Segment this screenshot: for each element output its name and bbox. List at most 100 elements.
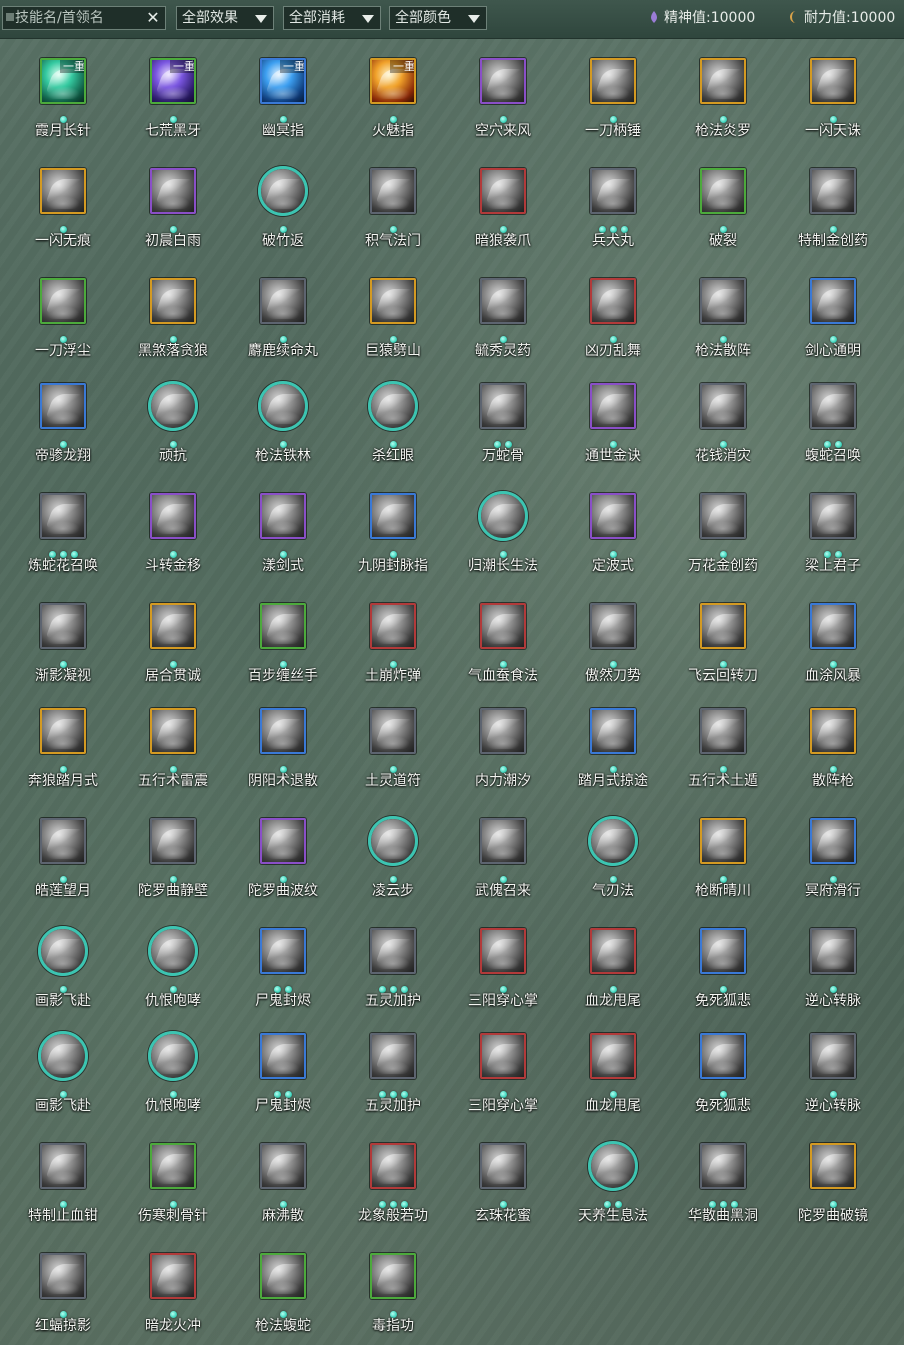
skill-icon[interactable] bbox=[150, 603, 196, 649]
skill-icon[interactable] bbox=[260, 928, 306, 974]
skill-slot[interactable]: 皓莲望月 bbox=[8, 818, 118, 908]
skill-slot[interactable]: 梁上君子 bbox=[778, 493, 888, 583]
skill-icon[interactable] bbox=[810, 603, 856, 649]
skill-slot[interactable]: 红蝠掠影 bbox=[8, 1253, 118, 1343]
skill-icon[interactable] bbox=[700, 928, 746, 974]
skill-slot[interactable]: 踏月式掠途 bbox=[558, 708, 668, 798]
skill-icon[interactable] bbox=[590, 168, 636, 214]
skill-slot[interactable]: 兵犬丸 bbox=[558, 168, 668, 258]
skill-slot[interactable]: 凌云步 bbox=[338, 816, 448, 908]
close-icon[interactable]: ✕ bbox=[144, 8, 162, 28]
skill-slot[interactable]: 武傀召来 bbox=[448, 818, 558, 908]
skill-icon[interactable] bbox=[588, 1141, 638, 1191]
skill-slot[interactable]: 尸鬼封烬 bbox=[228, 1033, 338, 1123]
skill-icon[interactable] bbox=[38, 1031, 88, 1081]
skill-icon[interactable]: 一重 bbox=[370, 58, 416, 104]
skill-icon[interactable] bbox=[260, 708, 306, 754]
skill-slot[interactable]: 一重 幽冥指 bbox=[228, 58, 338, 148]
skill-slot[interactable]: 破竹返 bbox=[228, 166, 338, 258]
skill-icon[interactable] bbox=[700, 168, 746, 214]
skill-icon[interactable] bbox=[260, 278, 306, 324]
skill-slot[interactable]: 枪断晴川 bbox=[668, 818, 778, 908]
skill-icon[interactable] bbox=[810, 818, 856, 864]
skill-slot[interactable]: 土崩炸弹 bbox=[338, 603, 448, 693]
skill-slot[interactable]: 百步缠丝手 bbox=[228, 603, 338, 693]
skill-icon[interactable] bbox=[260, 493, 306, 539]
skill-slot[interactable]: 暗狼袭爪 bbox=[448, 168, 558, 258]
effect-filter-dropdown[interactable]: 全部效果 bbox=[176, 6, 274, 30]
skill-icon[interactable] bbox=[480, 928, 526, 974]
skill-icon[interactable] bbox=[590, 928, 636, 974]
skill-slot[interactable]: 积气法门 bbox=[338, 168, 448, 258]
skill-slot[interactable]: 飞云回转刀 bbox=[668, 603, 778, 693]
skill-slot[interactable]: 逆心转脉 bbox=[778, 1033, 888, 1123]
skill-slot[interactable]: 仇恨咆哮 bbox=[118, 926, 228, 1018]
skill-icon[interactable] bbox=[810, 928, 856, 974]
skill-icon[interactable] bbox=[150, 1253, 196, 1299]
skill-icon[interactable] bbox=[370, 168, 416, 214]
skill-icon[interactable] bbox=[258, 381, 308, 431]
skill-icon[interactable] bbox=[370, 603, 416, 649]
skill-icon[interactable] bbox=[148, 1031, 198, 1081]
skill-icon[interactable] bbox=[370, 493, 416, 539]
skill-icon[interactable] bbox=[480, 278, 526, 324]
skill-slot[interactable]: 空穴来风 bbox=[448, 58, 558, 148]
skill-icon[interactable] bbox=[150, 493, 196, 539]
skill-icon[interactable] bbox=[370, 1253, 416, 1299]
skill-icon[interactable] bbox=[368, 381, 418, 431]
skill-slot[interactable]: 花钱消灾 bbox=[668, 383, 778, 473]
skill-slot[interactable]: 漾剑式 bbox=[228, 493, 338, 583]
skill-icon[interactable] bbox=[150, 168, 196, 214]
skill-icon[interactable] bbox=[590, 708, 636, 754]
skill-slot[interactable]: 破裂 bbox=[668, 168, 778, 258]
skill-slot[interactable]: 画影飞赴 bbox=[8, 1031, 118, 1123]
skill-slot[interactable]: 五行术雷震 bbox=[118, 708, 228, 798]
skill-icon[interactable] bbox=[810, 708, 856, 754]
skill-icon[interactable] bbox=[150, 1143, 196, 1189]
skill-icon[interactable] bbox=[810, 278, 856, 324]
skill-icon[interactable] bbox=[700, 1143, 746, 1189]
skill-icon[interactable] bbox=[700, 278, 746, 324]
skill-icon[interactable] bbox=[260, 1033, 306, 1079]
skill-slot[interactable]: 尸鬼封烬 bbox=[228, 928, 338, 1018]
skill-slot[interactable]: 免死狐悲 bbox=[668, 928, 778, 1018]
skill-slot[interactable]: 一闪无痕 bbox=[8, 168, 118, 258]
skill-icon[interactable] bbox=[810, 58, 856, 104]
skill-slot[interactable]: 阴阳术退散 bbox=[228, 708, 338, 798]
skill-slot[interactable]: 居合贯诚 bbox=[118, 603, 228, 693]
skill-slot[interactable]: 凶刃乱舞 bbox=[558, 278, 668, 368]
skill-icon[interactable] bbox=[480, 708, 526, 754]
skill-icon[interactable] bbox=[480, 818, 526, 864]
skill-slot[interactable]: 一重 七荒黑牙 bbox=[118, 58, 228, 148]
skill-icon[interactable] bbox=[480, 603, 526, 649]
skill-icon[interactable] bbox=[810, 1143, 856, 1189]
skill-slot[interactable]: 天养生息法 bbox=[558, 1141, 668, 1233]
skill-slot[interactable]: 血涂风暴 bbox=[778, 603, 888, 693]
skill-slot[interactable]: 蝮蛇召唤 bbox=[778, 383, 888, 473]
skill-slot[interactable]: 初晨白雨 bbox=[118, 168, 228, 258]
skill-slot[interactable]: 归潮长生法 bbox=[448, 491, 558, 583]
skill-icon[interactable] bbox=[150, 818, 196, 864]
skill-icon[interactable] bbox=[40, 818, 86, 864]
skill-slot[interactable]: 伤寒刺骨针 bbox=[118, 1143, 228, 1233]
skill-slot[interactable]: 枪法铁林 bbox=[228, 381, 338, 473]
skill-icon[interactable] bbox=[150, 708, 196, 754]
skill-slot[interactable]: 冥府滑行 bbox=[778, 818, 888, 908]
skill-icon[interactable] bbox=[370, 1033, 416, 1079]
skill-slot[interactable]: 万蛇骨 bbox=[448, 383, 558, 473]
skill-slot[interactable]: 土灵道符 bbox=[338, 708, 448, 798]
skill-slot[interactable]: 陀罗曲破镜 bbox=[778, 1143, 888, 1233]
skill-icon[interactable] bbox=[810, 493, 856, 539]
skill-slot[interactable]: 定波式 bbox=[558, 493, 668, 583]
skill-slot[interactable]: 逆心转脉 bbox=[778, 928, 888, 1018]
skill-icon[interactable] bbox=[260, 1143, 306, 1189]
skill-slot[interactable]: 血龙甩尾 bbox=[558, 928, 668, 1018]
skill-slot[interactable]: 枪法蝮蛇 bbox=[228, 1253, 338, 1343]
skill-slot[interactable]: 渐影凝视 bbox=[8, 603, 118, 693]
skill-slot[interactable]: 仇恨咆哮 bbox=[118, 1031, 228, 1123]
search-input[interactable] bbox=[15, 8, 145, 28]
skill-slot[interactable]: 麻沸散 bbox=[228, 1143, 338, 1233]
skill-slot[interactable]: 玄珠花蜜 bbox=[448, 1143, 558, 1233]
skill-slot[interactable]: 巨猿劈山 bbox=[338, 278, 448, 368]
skill-icon[interactable] bbox=[148, 381, 198, 431]
